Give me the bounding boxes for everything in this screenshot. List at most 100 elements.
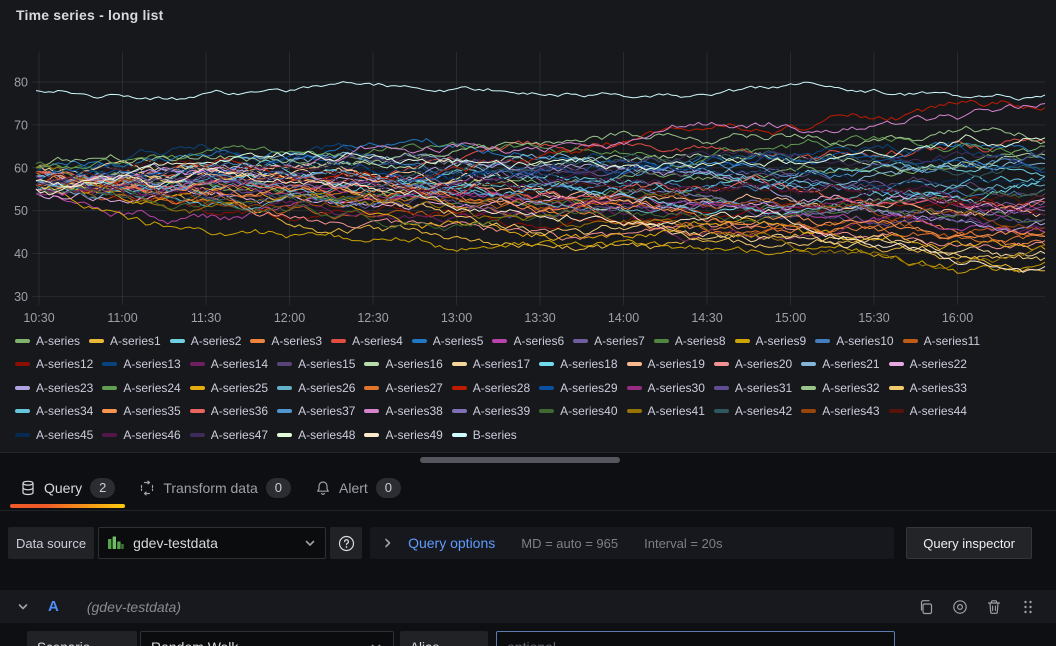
active-tab-indicator [10, 504, 125, 508]
legend-label: A-series36 [211, 404, 268, 418]
legend-item-A-series37[interactable]: A-series37 [277, 400, 355, 424]
legend-item-A-series15[interactable]: A-series15 [277, 353, 355, 377]
scenario-select[interactable]: Random Walk [140, 631, 394, 646]
legend-item-A-series20[interactable]: A-series20 [714, 353, 792, 377]
legend-item-A-series29[interactable]: A-series29 [539, 376, 617, 400]
legend-item-A-series42[interactable]: A-series42 [714, 400, 792, 424]
legend-label: A-series20 [735, 357, 792, 371]
legend-label: A-series40 [560, 404, 617, 418]
legend-item-A-series34[interactable]: A-series34 [15, 400, 93, 424]
tab-alert-count: 0 [376, 478, 401, 498]
legend-swatch [801, 362, 816, 366]
legend-item-A-series26[interactable]: A-series26 [277, 376, 355, 400]
tab-query[interactable]: Query 2 [8, 466, 127, 510]
legend-swatch [539, 362, 554, 366]
y-axis-label: 80 [14, 76, 28, 90]
query-row-header[interactable]: A (gdev-testdata) [0, 590, 1056, 623]
legend-swatch [170, 339, 185, 343]
legend-item-A-series24[interactable]: A-series24 [102, 376, 180, 400]
legend-item-A-series48[interactable]: A-series48 [277, 423, 355, 447]
legend-item-A-series13[interactable]: A-series13 [102, 353, 180, 377]
legend-item-A-series38[interactable]: A-series38 [364, 400, 442, 424]
alias-label: Alias [400, 631, 488, 646]
legend-label: A-series19 [648, 357, 705, 371]
legend-item-A-series21[interactable]: A-series21 [801, 353, 879, 377]
legend-item-A-series33[interactable]: A-series33 [889, 376, 967, 400]
editor-tabbar: Query 2 Transform data 0 Alert 0 [0, 466, 1056, 511]
legend-item-A-series9[interactable]: A-series9 [735, 329, 807, 353]
legend-item-A-series27[interactable]: A-series27 [364, 376, 442, 400]
legend-item-A-series19[interactable]: A-series19 [627, 353, 705, 377]
legend-label: A-series2 [191, 334, 242, 348]
legend-swatch [735, 339, 750, 343]
legend-item-A-series28[interactable]: A-series28 [452, 376, 530, 400]
legend-item-A-series47[interactable]: A-series47 [190, 423, 268, 447]
legend-swatch [627, 362, 642, 366]
legend-item-A-series49[interactable]: A-series49 [364, 423, 442, 447]
legend-item-A-series3[interactable]: A-series3 [250, 329, 322, 353]
tab-alert[interactable]: Alert 0 [303, 466, 413, 510]
legend-item-A-series4[interactable]: A-series4 [331, 329, 403, 353]
legend-item-A-series1[interactable]: A-series1 [89, 329, 161, 353]
legend-item-A-series10[interactable]: A-series10 [815, 329, 893, 353]
legend-label: A-series30 [648, 381, 705, 395]
panel-title: Time series - long list [16, 7, 164, 23]
legend-item-A-series32[interactable]: A-series32 [801, 376, 879, 400]
legend-item-A-series36[interactable]: A-series36 [190, 400, 268, 424]
horizontal-scrollbar[interactable] [420, 457, 620, 463]
disable-query-button[interactable] [948, 595, 972, 619]
tab-alert-label: Alert [339, 480, 368, 496]
legend-item-A-series35[interactable]: A-series35 [102, 400, 180, 424]
drag-handle[interactable] [1016, 595, 1040, 619]
query-inspector-button[interactable]: Query inspector [906, 527, 1032, 559]
legend-item-A-series[interactable]: A-series [15, 329, 80, 353]
datasource-help-button[interactable] [330, 527, 362, 559]
legend-item-A-series40[interactable]: A-series40 [539, 400, 617, 424]
query-options-label: Query options [408, 535, 495, 551]
legend-item-A-series17[interactable]: A-series17 [452, 353, 530, 377]
legend-item-A-series39[interactable]: A-series39 [452, 400, 530, 424]
trash-icon [986, 599, 1002, 615]
legend-item-A-series8[interactable]: A-series8 [654, 329, 726, 353]
legend-item-A-series41[interactable]: A-series41 [627, 400, 705, 424]
legend-item-A-series11[interactable]: A-series11 [903, 329, 980, 353]
legend-item-A-series7[interactable]: A-series7 [573, 329, 645, 353]
legend-item-A-series12[interactable]: A-series12 [15, 353, 93, 377]
datasource-label: Data source [8, 527, 94, 559]
x-axis-label: 11:00 [107, 311, 137, 325]
collapse-chevron-icon [16, 600, 30, 614]
legend-swatch [714, 362, 729, 366]
legend-item-A-series44[interactable]: A-series44 [889, 400, 967, 424]
legend-label: A-series35 [123, 404, 180, 418]
x-axis-label: 11:30 [191, 311, 221, 325]
x-axis-label: 10:30 [23, 311, 54, 325]
legend-label: A-series34 [36, 404, 93, 418]
chevron-down-icon [303, 536, 317, 550]
legend-item-A-series25[interactable]: A-series25 [190, 376, 268, 400]
process-icon [139, 480, 155, 496]
legend-item-A-series6[interactable]: A-series6 [492, 329, 564, 353]
legend-item-A-series43[interactable]: A-series43 [801, 400, 879, 424]
legend-item-A-series46[interactable]: A-series46 [102, 423, 180, 447]
legend-item-A-series14[interactable]: A-series14 [190, 353, 268, 377]
duplicate-query-button[interactable] [914, 595, 938, 619]
legend-item-A-series2[interactable]: A-series2 [170, 329, 242, 353]
legend-item-B-series[interactable]: B-series [452, 423, 517, 447]
datasource-picker[interactable]: gdev-testdata [98, 527, 326, 559]
legend-item-A-series30[interactable]: A-series30 [627, 376, 705, 400]
timeseries-chart[interactable]: 30405060708010:3011:0011:3012:0012:3013:… [0, 0, 1056, 328]
legend-label: A-series24 [123, 381, 180, 395]
legend-item-A-series23[interactable]: A-series23 [15, 376, 93, 400]
tab-transform-data[interactable]: Transform data 0 [127, 466, 303, 510]
legend-item-A-series45[interactable]: A-series45 [15, 423, 93, 447]
delete-query-button[interactable] [982, 595, 1006, 619]
query-options-toggle[interactable]: Query options [382, 535, 495, 551]
legend-swatch [89, 339, 104, 343]
legend-label: A-series27 [385, 381, 442, 395]
legend-item-A-series31[interactable]: A-series31 [714, 376, 792, 400]
legend-item-A-series16[interactable]: A-series16 [364, 353, 442, 377]
legend-item-A-series5[interactable]: A-series5 [412, 329, 484, 353]
legend-item-A-series22[interactable]: A-series22 [889, 353, 967, 377]
legend-item-A-series18[interactable]: A-series18 [539, 353, 617, 377]
alias-input[interactable] [496, 631, 895, 646]
